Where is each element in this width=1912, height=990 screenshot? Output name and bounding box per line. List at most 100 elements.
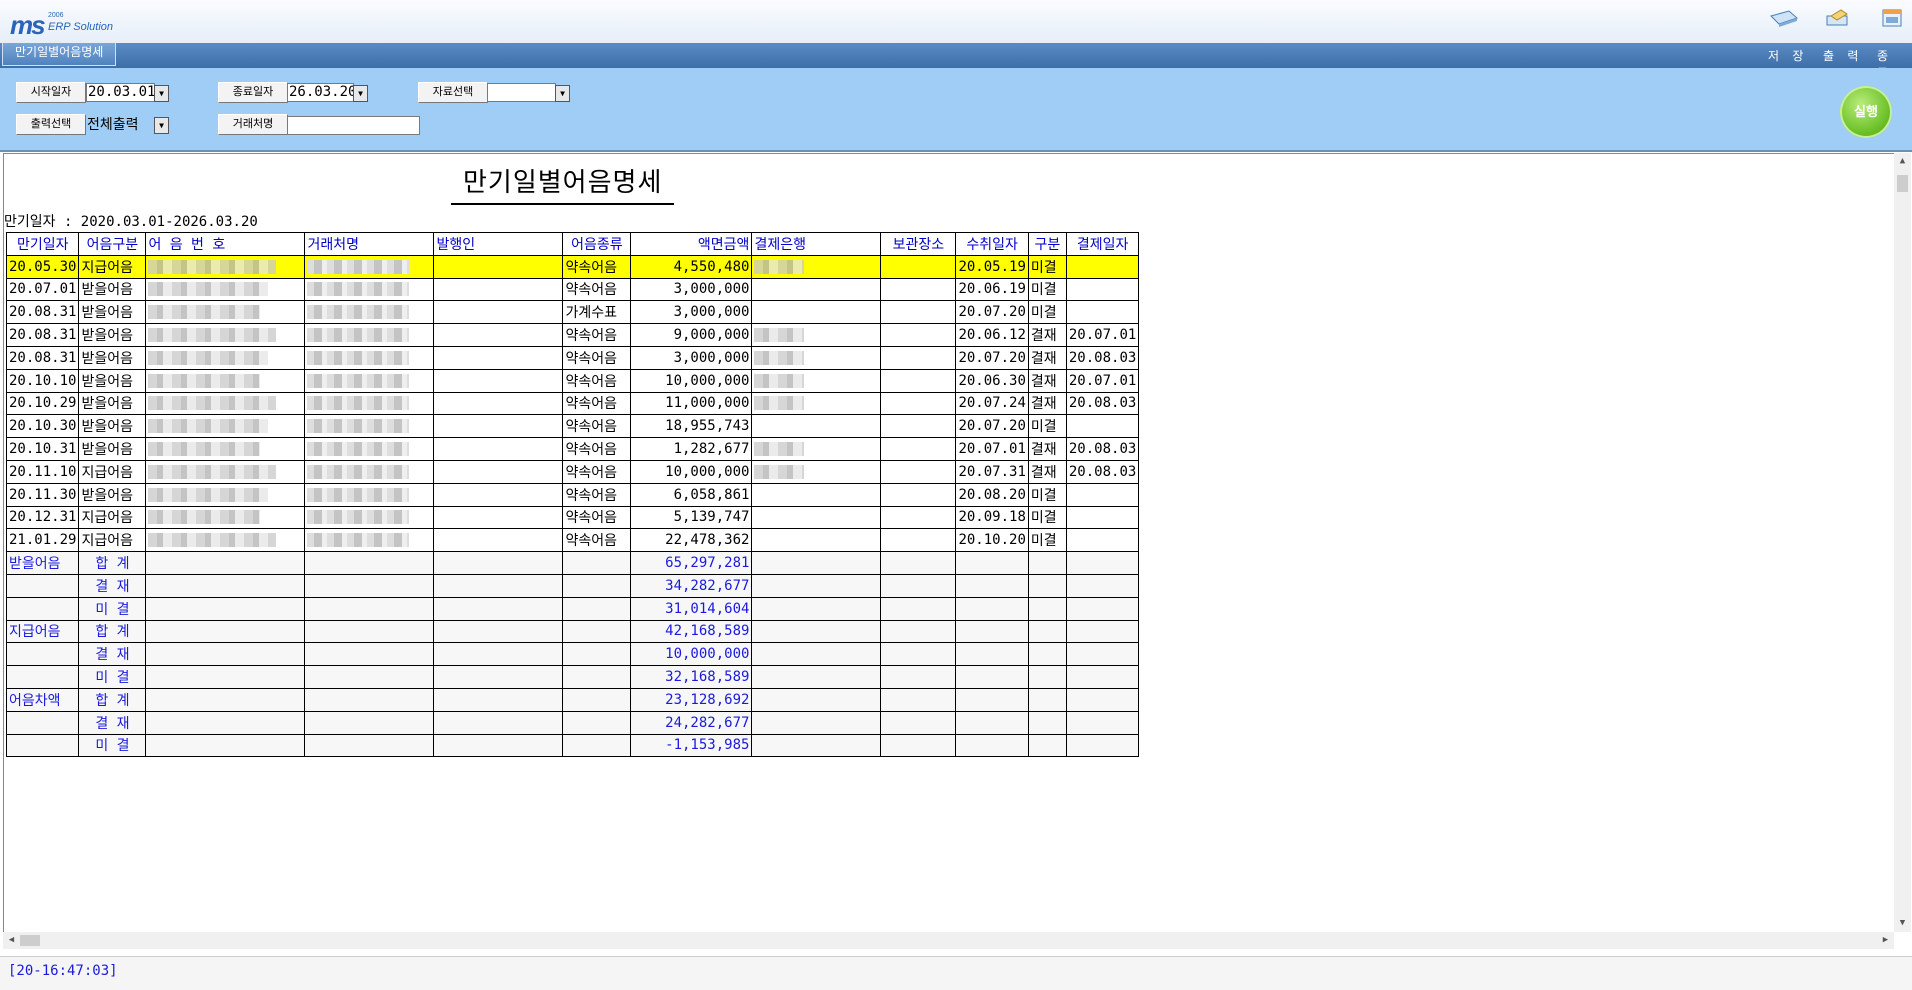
end-date-label[interactable]: 종료일자 (218, 82, 288, 103)
table-row[interactable]: 20.08.31 받을어음 약속어음 3,000,000 20.07.20 결재 20.08… (5, 345, 1140, 370)
received-date-cell: 20.07.24 (955, 391, 1029, 416)
redacted-partner-name (307, 373, 410, 388)
due-date-cell: 20.08.31 (5, 345, 80, 370)
summary-label-cell: 미 결 (78, 596, 147, 621)
status-cell: 미결 (1027, 528, 1067, 553)
vertical-scrollbar[interactable]: ▲ ▼ (1894, 153, 1911, 932)
scroll-left-icon[interactable]: ◀ (3, 932, 20, 949)
empty-cell (433, 665, 564, 689)
bill-number-cell (145, 505, 306, 530)
filter-panel: 시작일자 20.03.01 ▼ 종료일자 26.03.20 ▼ 자료선택 ▼ 출… (0, 68, 1912, 152)
partner-name-label[interactable]: 거래처명 (218, 114, 288, 135)
storage-location-cell (880, 368, 957, 393)
table-row[interactable]: 20.05.30 지급어음 약속어음 4,550,480 20.05.19 미결 (5, 254, 1140, 279)
summary-group-cell (5, 596, 80, 621)
issuer-cell (433, 482, 564, 507)
bill-kind-cell: 약속어음 (562, 437, 632, 461)
table-row[interactable]: 20.10.10 받을어음 약속어음 10,000,000 20.06.30 결재 20.0… (5, 368, 1140, 393)
empty-cell (145, 687, 306, 712)
empty-cell (1027, 642, 1067, 667)
bill-table: 만기일자 어음구분 어 음 번 호 거래처명 발행인 어음종류 액면금액 결제은행 보관장소 수취… (5, 232, 1140, 758)
table-row[interactable]: 20.10.31 받을어음 약속어음 1,282,677 20.07.01 결재 20.08… (5, 437, 1140, 461)
received-date-cell: 20.09.18 (955, 505, 1029, 530)
redacted-bill-number (148, 396, 277, 411)
save-label[interactable]: 저 장 (1768, 47, 1808, 64)
empty-cell (1065, 710, 1140, 735)
start-date-field[interactable]: 20.03.01 (86, 83, 155, 102)
empty-cell (562, 710, 632, 735)
data-select-label[interactable]: 자료선택 (418, 82, 488, 103)
summary-amount-cell: 31,014,604 (630, 596, 753, 621)
partner-name-cell (304, 482, 435, 507)
start-date-dropdown-icon[interactable]: ▼ (154, 85, 169, 102)
table-row[interactable]: 20.12.31 지급어음 약속어음 5,139,747 20.09.18 미결 (5, 505, 1140, 530)
face-amount-cell: 1,282,677 (630, 437, 753, 461)
bill-kind-cell: 약속어음 (562, 254, 632, 279)
run-button[interactable]: 실행 (1840, 86, 1892, 138)
bill-type-cell: 지급어음 (78, 528, 147, 553)
data-select-field[interactable] (487, 83, 556, 102)
output-select-dropdown-icon[interactable]: ▼ (154, 117, 169, 134)
storage-location-cell (880, 345, 957, 370)
status-cell: 미결 (1027, 277, 1067, 302)
empty-cell (751, 596, 882, 621)
bill-type-cell: 받을어음 (78, 368, 147, 393)
table-row[interactable]: 20.08.31 받을어음 가계수표 3,000,000 20.07.20 미결 (5, 300, 1140, 325)
horizontal-scroll-thumb[interactable] (20, 935, 40, 946)
redacted-bill-number (148, 533, 277, 548)
table-row[interactable]: 20.07.01 받을어음 약속어음 3,000,000 20.06.19 미결 (5, 277, 1140, 302)
tab-current-report[interactable]: 만기일별어음명세 (2, 43, 117, 66)
empty-cell (562, 642, 632, 667)
issuer-cell (433, 459, 564, 484)
bill-type-cell: 받을어음 (78, 391, 147, 416)
table-row[interactable]: 20.08.31 받을어음 약속어음 9,000,000 20.06.12 결재 20.07… (5, 323, 1140, 347)
table-row[interactable]: 21.01.29 지급어음 약속어음 22,478,362 20.10.20 미결 (5, 528, 1140, 553)
start-date-label[interactable]: 시작일자 (16, 82, 86, 103)
partner-name-input[interactable] (287, 116, 420, 135)
output-select-field[interactable]: 전체출력 (86, 114, 153, 131)
horizontal-scrollbar[interactable]: ◀ ▶ (3, 932, 1894, 949)
output-select-label[interactable]: 출력선택 (16, 114, 86, 135)
table-header-row: 만기일자 어음구분 어 음 번 호 거래처명 발행인 어음종류 액면금액 결제은행 보관장소 수취… (5, 232, 1140, 256)
bill-type-cell: 지급어음 (78, 505, 147, 530)
bill-type-cell: 받을어음 (78, 345, 147, 370)
empty-cell (880, 665, 957, 689)
empty-cell (145, 733, 306, 758)
empty-cell (751, 733, 882, 758)
scroll-right-icon[interactable]: ▶ (1877, 932, 1894, 949)
empty-cell (304, 687, 435, 712)
summary-amount-cell: 42,168,589 (630, 619, 753, 644)
vertical-scroll-thumb[interactable] (1897, 175, 1908, 192)
end-date-dropdown-icon[interactable]: ▼ (353, 85, 368, 102)
empty-cell (1027, 687, 1067, 712)
redacted-partner-name (307, 464, 410, 479)
empty-cell (562, 596, 632, 621)
empty-cell (304, 551, 435, 575)
settled-date-cell (1065, 277, 1140, 302)
bill-kind-cell: 약속어음 (562, 505, 632, 530)
empty-cell (880, 596, 957, 621)
redacted-bill-number (148, 350, 269, 365)
settlement-bank-cell (751, 323, 882, 347)
due-date-cell: 20.11.10 (5, 459, 80, 484)
scroll-down-icon[interactable]: ▼ (1894, 915, 1911, 932)
due-date-cell: 20.05.30 (5, 254, 80, 279)
status-cell: 결재 (1027, 323, 1067, 347)
summary-amount-cell: 65,297,281 (630, 551, 753, 575)
column-header: 만기일자 (5, 232, 80, 256)
empty-cell (955, 642, 1029, 667)
status-cell: 결재 (1027, 368, 1067, 393)
summary-label-cell: 결 재 (78, 573, 147, 598)
print-label[interactable]: 출 력 (1823, 47, 1863, 64)
table-row[interactable]: 20.11.30 받을어음 약속어음 6,058,861 20.08.20 미결 (5, 482, 1140, 507)
table-row[interactable]: 20.10.30 받을어음 약속어음 18,955,743 20.07.20 미결 (5, 414, 1140, 439)
end-date-field[interactable]: 26.03.20 (287, 83, 354, 102)
table-row[interactable]: 20.10.29 받을어음 약속어음 11,000,000 20.07.24 결재 20.0… (5, 391, 1140, 416)
table-row[interactable]: 20.11.10 지급어음 약속어음 10,000,000 20.07.31 결재 20.0… (5, 459, 1140, 484)
summary-group-cell: 어음차액 (5, 687, 80, 712)
data-select-dropdown-icon[interactable]: ▼ (555, 85, 570, 102)
status-cell: 결재 (1027, 391, 1067, 416)
empty-cell (751, 573, 882, 598)
scroll-up-icon[interactable]: ▲ (1894, 153, 1911, 170)
empty-cell (433, 687, 564, 712)
